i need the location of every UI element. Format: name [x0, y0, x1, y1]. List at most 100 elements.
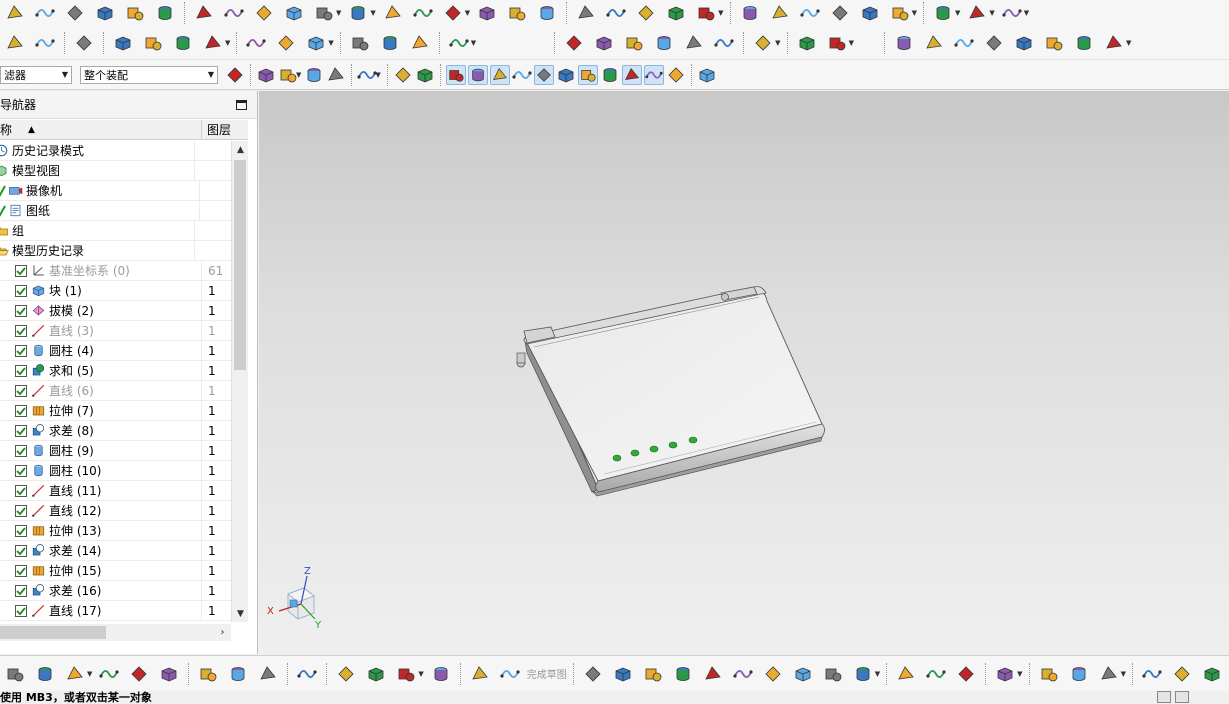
tree-row[interactable]: 拔模 (2) 1	[0, 300, 231, 321]
selection-status-icon[interactable]	[1157, 691, 1171, 703]
tree-row-name-cell[interactable]: 直线 (6)	[0, 380, 202, 401]
bridge-icon[interactable]	[695, 2, 717, 24]
dropdown-arrow-icon[interactable]: ▼	[912, 9, 917, 17]
column-name-header[interactable]: 称 ▲	[0, 120, 202, 139]
annotation-icon[interactable]	[202, 32, 224, 54]
tolerance-icon[interactable]	[752, 32, 774, 54]
extrude-tool-icon[interactable]	[193, 2, 215, 24]
thicken-icon[interactable]	[382, 2, 404, 24]
visibility-checkbox[interactable]	[15, 284, 27, 297]
tree-row[interactable]: 圆柱 (4) 1	[0, 340, 231, 361]
dropdown-arrow-icon[interactable]: ▼	[955, 9, 960, 17]
tree-row[interactable]: 直线 (17) 1	[0, 600, 231, 621]
point-sketch-icon[interactable]	[822, 663, 844, 685]
note-icon[interactable]	[683, 32, 705, 54]
tree-row-name-cell[interactable]: 直线 (11)	[0, 480, 202, 501]
tree-row[interactable]: 求差 (8) 1	[0, 420, 231, 441]
tree-row[interactable]: 圆柱 (9) 1	[0, 440, 231, 461]
polygon-sketch-icon[interactable]	[792, 663, 814, 685]
explode-icon[interactable]	[197, 663, 219, 685]
stack-icon[interactable]	[34, 32, 56, 54]
emboss-icon[interactable]	[476, 2, 498, 24]
triangle-icon[interactable]	[563, 32, 585, 54]
measure-icon[interactable]	[932, 2, 954, 24]
visibility-checkbox[interactable]	[15, 444, 27, 457]
law-icon[interactable]	[859, 2, 881, 24]
tree-row-name-cell[interactable]: 直线 (17)	[0, 600, 202, 621]
boolean-icon[interactable]	[283, 2, 305, 24]
cylinder-feature-icon[interactable]	[349, 32, 371, 54]
fillet-sketch-icon[interactable]	[702, 663, 724, 685]
view-section-icon[interactable]	[4, 663, 26, 685]
dropdown-arrow-icon[interactable]: ▼	[471, 39, 476, 47]
visibility-checkbox[interactable]	[15, 344, 27, 357]
quick-extend-icon[interactable]	[925, 663, 947, 685]
visibility-checkbox[interactable]	[15, 524, 27, 537]
scroll-down-icon[interactable]: ▼	[232, 605, 249, 622]
tree-row-name-cell[interactable]: 基准坐标系 (0)	[0, 260, 202, 281]
snap-end-icon[interactable]	[445, 64, 466, 85]
dropdown-arrow-icon[interactable]: ▼	[1126, 39, 1131, 47]
tree-row-name-cell[interactable]: 直线 (12)	[0, 500, 202, 521]
more-icon[interactable]	[430, 663, 452, 685]
show-grid-icon[interactable]	[697, 65, 717, 85]
tree-row[interactable]: 块 (1) 1	[0, 280, 231, 301]
tree-row[interactable]: 摄像机	[0, 180, 231, 201]
tree-row[interactable]: 拉伸 (7) 1	[0, 400, 231, 421]
tree-row[interactable]: 圆柱 (10) 1	[0, 460, 231, 481]
tree-row[interactable]: 图纸	[0, 200, 231, 221]
dropdown-arrow-icon[interactable]: ▼	[87, 670, 92, 678]
tree-row-name-cell[interactable]: 求差 (14)	[0, 540, 202, 561]
dropdown-arrow-icon[interactable]: ▼	[465, 9, 470, 17]
tree-row-name-cell[interactable]: 拔模 (2)	[0, 300, 202, 321]
gear-icon[interactable]	[448, 32, 470, 54]
bridge-curve-icon[interactable]	[1043, 32, 1065, 54]
dropdown-arrow-icon[interactable]: ▼	[989, 9, 994, 17]
studio-surface-icon[interactable]	[799, 2, 821, 24]
datum-plane-icon[interactable]	[112, 32, 134, 54]
tree-row[interactable]: 求差 (14) 1	[0, 540, 231, 561]
dropdown-arrow-icon[interactable]: ▼	[296, 71, 301, 79]
selection-scope-combo[interactable]: 整个装配 ▼	[80, 65, 218, 84]
finish-sketch-label[interactable]: 完成草图	[527, 666, 567, 681]
polyline-icon[interactable]	[953, 32, 975, 54]
cylinder-tool-icon[interactable]	[94, 2, 116, 24]
arc-sketch-icon[interactable]	[642, 663, 664, 685]
pattern-icon[interactable]	[223, 2, 245, 24]
quick-trim-icon[interactable]	[895, 663, 917, 685]
trim-body-icon[interactable]	[442, 2, 464, 24]
chamfer-icon[interactable]	[605, 2, 627, 24]
move-component-icon[interactable]	[98, 663, 120, 685]
offset-curve-icon[interactable]	[1103, 32, 1125, 54]
sketch-pattern-icon[interactable]	[1141, 663, 1163, 685]
gold-block-icon[interactable]	[796, 32, 818, 54]
line-sketch-icon[interactable]	[612, 663, 634, 685]
shell-tool-icon[interactable]	[313, 2, 335, 24]
wave-link-icon[interactable]	[257, 663, 279, 685]
draft-tool-icon[interactable]	[536, 2, 558, 24]
face-blend-icon[interactable]	[829, 2, 851, 24]
route-icon[interactable]	[395, 663, 417, 685]
product-icon[interactable]	[296, 663, 318, 685]
derived-line-icon[interactable]	[994, 663, 1016, 685]
dropdown-arrow-icon[interactable]: ▼	[336, 9, 341, 17]
filter-icon[interactable]	[225, 65, 245, 85]
arc-icon[interactable]	[923, 32, 945, 54]
snap-point-icon[interactable]	[256, 65, 276, 85]
derived-icon[interactable]	[305, 32, 327, 54]
tree-row-name-cell[interactable]: 圆柱 (9)	[0, 440, 202, 461]
gold-stack-icon[interactable]	[826, 32, 848, 54]
snap-quadrant-icon[interactable]	[600, 65, 620, 85]
curve-rule-icon[interactable]	[304, 65, 324, 85]
circle-sketch-icon[interactable]	[672, 663, 694, 685]
type-filter-combo[interactable]: 滤器 ▼	[0, 65, 72, 84]
deselect-icon[interactable]	[326, 65, 346, 85]
flange-icon[interactable]	[34, 2, 56, 24]
rectangle-select-icon[interactable]	[357, 65, 377, 85]
visibility-checkbox[interactable]	[15, 304, 27, 317]
offset-face-icon[interactable]	[347, 2, 369, 24]
finish-sketch-icon[interactable]	[499, 663, 521, 685]
scroll-thumb[interactable]	[234, 160, 246, 370]
visibility-checkbox[interactable]	[15, 584, 27, 597]
tree-row-name-cell[interactable]: 模型历史记录	[0, 240, 195, 261]
